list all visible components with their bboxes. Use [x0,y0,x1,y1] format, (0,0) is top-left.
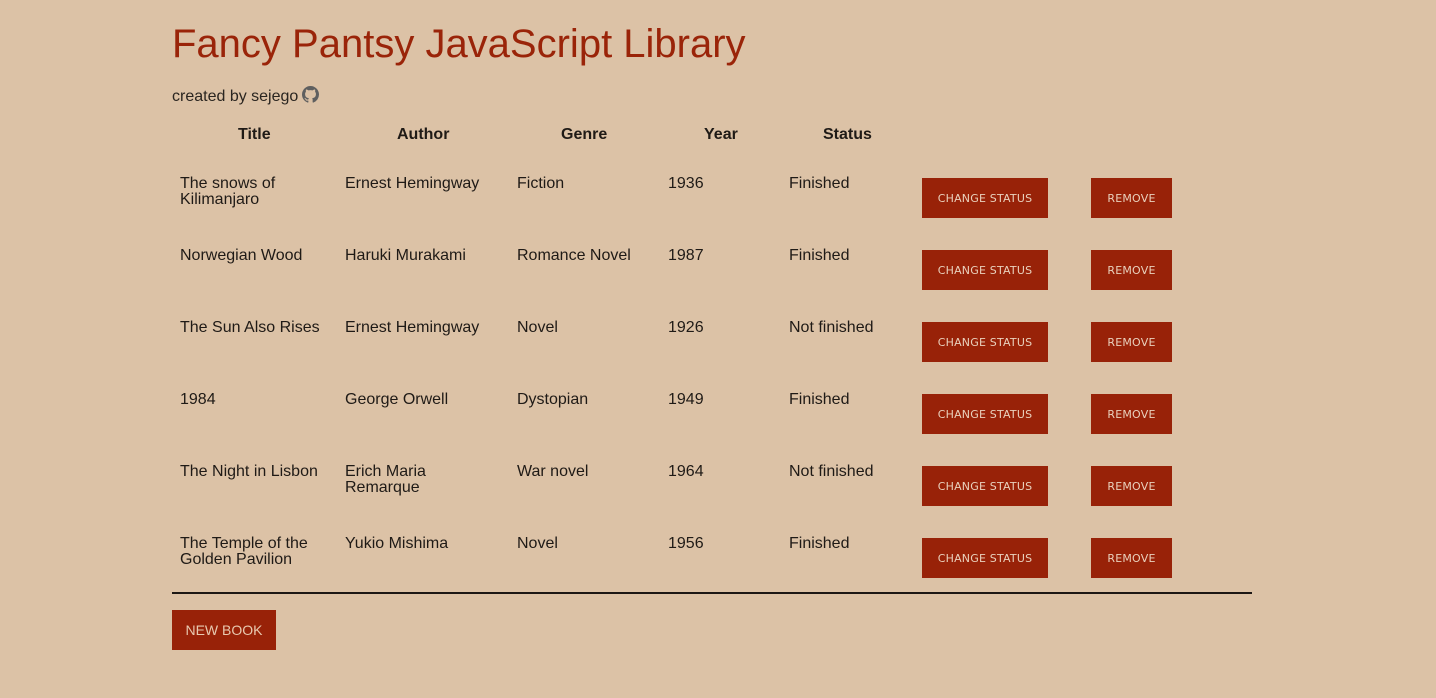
table-divider [172,592,1252,594]
table-row: The Night in Lisbon Erich Maria Remarque… [172,448,1252,520]
book-title: The Night in Lisbon [180,464,318,480]
book-year: 1949 [668,392,704,408]
book-genre: Romance Novel [517,248,631,264]
table-row: The Temple of the Golden Pavilion Yukio … [172,520,1252,592]
book-author: Ernest Hemingway [345,320,480,336]
new-book-button[interactable]: NEW BOOK [172,610,276,650]
book-author: Haruki Murakami [345,248,466,264]
book-genre: Novel [517,320,558,336]
credit-text: created by sejego [172,88,299,105]
book-genre: War novel [517,464,589,480]
book-year: 1926 [668,320,704,336]
book-author: Ernest Hemingway [345,176,480,192]
table-row: The Sun Also Rises Ernest Hemingway Nove… [172,304,1252,376]
book-genre: Dystopian [517,392,589,408]
book-status: Finished [789,176,850,192]
remove-button[interactable]: REMOVE [1091,538,1172,578]
book-status: Finished [789,392,850,408]
library-page: Fancy Pantsy JavaScript Library created … [0,0,1436,698]
book-status: Finished [789,536,850,552]
column-header-author: Author [397,126,450,143]
remove-button[interactable]: REMOVE [1091,466,1172,506]
book-author: Yukio Mishima [345,536,449,552]
table-row: 1984 George Orwell Dystopian 1949 Finish… [172,376,1252,448]
remove-button[interactable]: REMOVE [1091,394,1172,434]
book-title: The snows of Kilimanjaro [180,176,276,208]
github-icon[interactable] [302,85,320,103]
table-header: Title Author Genre Year Status [172,122,1252,148]
book-year: 1936 [668,176,704,192]
column-header-status: Status [823,126,872,143]
book-genre: Novel [517,536,558,552]
table-row: The snows of Kilimanjaro Ernest Hemingwa… [172,160,1252,232]
remove-button[interactable]: REMOVE [1091,250,1172,290]
book-status: Finished [789,248,850,264]
book-year: 1964 [668,464,704,480]
book-title: 1984 [180,392,216,408]
column-header-title: Title [238,126,271,143]
remove-button[interactable]: REMOVE [1091,322,1172,362]
change-status-button[interactable]: CHANGE STATUS [922,466,1048,506]
book-year: 1987 [668,248,704,264]
author-credit: created by sejego [172,85,320,108]
change-status-button[interactable]: CHANGE STATUS [922,178,1048,218]
change-status-button[interactable]: CHANGE STATUS [922,250,1048,290]
remove-button[interactable]: REMOVE [1091,178,1172,218]
column-header-genre: Genre [561,126,608,143]
change-status-button[interactable]: CHANGE STATUS [922,538,1048,578]
book-table: Title Author Genre Year Status The snows… [172,122,1252,578]
book-author: George Orwell [345,392,449,408]
table-row: Norwegian Wood Haruki Murakami Romance N… [172,232,1252,304]
book-status: Not finished [789,464,874,480]
table-body: The snows of Kilimanjaro Ernest Hemingwa… [172,160,1252,592]
book-title: The Temple of the Golden Pavilion [180,536,308,568]
book-author: Erich Maria Remarque [345,464,426,496]
book-status: Not finished [789,320,874,336]
book-title: Norwegian Wood [180,248,303,264]
page-title: Fancy Pantsy JavaScript Library [172,22,746,66]
column-header-year: Year [704,126,738,143]
book-title: The Sun Also Rises [180,320,320,336]
change-status-button[interactable]: CHANGE STATUS [922,394,1048,434]
book-genre: Fiction [517,176,565,192]
book-year: 1956 [668,536,704,552]
change-status-button[interactable]: CHANGE STATUS [922,322,1048,362]
